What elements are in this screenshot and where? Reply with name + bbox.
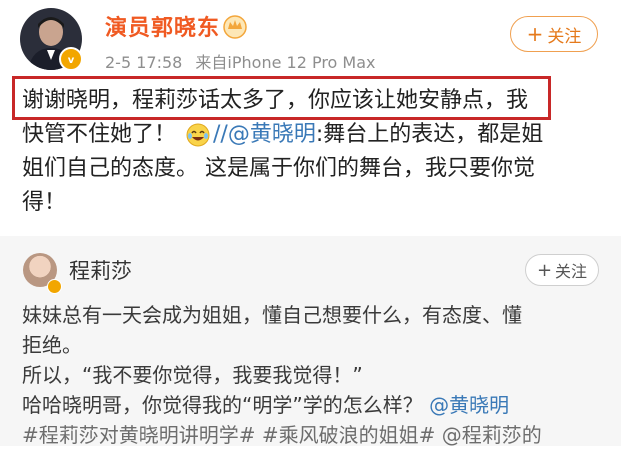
- plus-icon: +: [526, 22, 544, 46]
- vip-crown-icon: [223, 15, 247, 39]
- post-meta: 2-5 17:58 来自iPhone 12 Pro Max: [105, 49, 376, 73]
- post-line: 得！: [22, 190, 67, 215]
- author-avatar[interactable]: v: [20, 8, 83, 71]
- verified-badge-icon: [47, 279, 62, 294]
- laughing-crying-emoji-icon: [186, 123, 210, 147]
- commenter-follow-button[interactable]: + 关注: [525, 254, 599, 286]
- comment-line: 妹妹总有一天会成为姐姐，懂自己想要什么，有态度、懂: [22, 303, 522, 327]
- post-line: 快管不住她了！ //@黄晓明:舞台上的表达，都是姐: [22, 122, 544, 147]
- author-name[interactable]: 演员郭晓东: [105, 10, 220, 42]
- mention-link[interactable]: //@黄晓明: [213, 122, 316, 147]
- follow-label: 关注: [547, 26, 582, 47]
- weibo-post: v 演员郭晓东 2-5 17:58 来自iPhone 12 Pro Max + …: [0, 0, 621, 236]
- comment-body: 妹妹总有一天会成为姐姐，懂自己想要什么，有态度、懂 拒绝。 所以，“我不要你觉得…: [22, 300, 612, 450]
- comment-line: 所以，“我不要你觉得，我要我觉得！”: [22, 363, 363, 387]
- post-body: 谢谢晓明，程莉莎话太多了，你应该让她安静点，我 快管不住她了！ //@黄晓明:舞…: [22, 84, 602, 220]
- post-line: 姐们自己的态度。 这是属于你们的舞台，我只要你觉: [22, 156, 535, 181]
- post-source: 来自iPhone 12 Pro Max: [195, 53, 376, 72]
- comment-line: 哈哈晓明哥，你觉得我的“明学”学的怎么样？ @黄晓明: [22, 393, 510, 417]
- comment-line: 拒绝。: [22, 333, 82, 357]
- svg-text:v: v: [68, 55, 75, 65]
- post-line: 谢谢晓明，程莉莎话太多了，你应该让她安静点，我: [22, 88, 529, 113]
- follow-label: 关注: [555, 262, 588, 281]
- post-date: 2-5 17:58: [105, 53, 183, 72]
- comment-card: 程莉莎 + 关注 妹妹总有一天会成为姐姐，懂自己想要什么，有态度、懂 拒绝。 所…: [0, 236, 621, 447]
- verified-badge-icon: v: [59, 47, 83, 71]
- plus-icon: +: [536, 259, 553, 281]
- commenter-name[interactable]: 程莉莎: [69, 255, 132, 285]
- follow-button[interactable]: + 关注: [510, 16, 598, 52]
- mention-link[interactable]: @黄晓明: [429, 393, 509, 417]
